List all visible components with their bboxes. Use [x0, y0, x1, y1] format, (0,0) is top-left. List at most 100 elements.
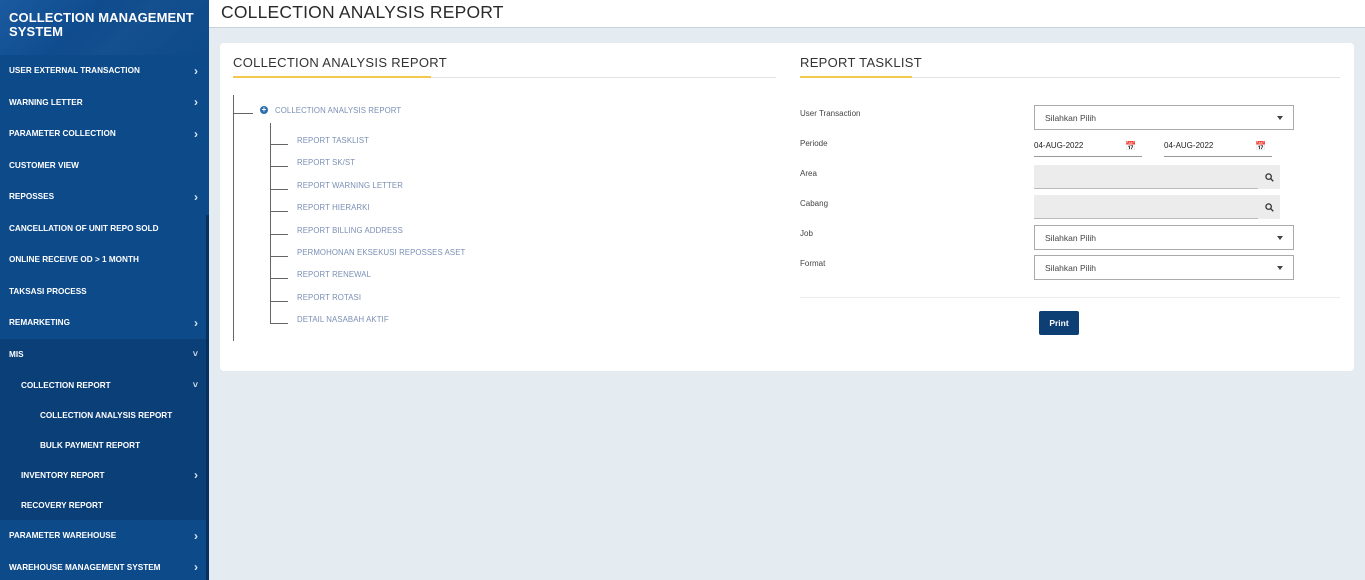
sidebar-item-online-receive-od[interactable]: ONLINE RECEIVE OD > 1 MONTH: [0, 244, 209, 276]
caret-down-icon: [1277, 236, 1283, 240]
chevron-right-icon: ›: [194, 95, 198, 110]
periode-label: Periode: [800, 139, 828, 148]
sidebar-item-mis[interactable]: MIS ˅: [0, 338, 209, 370]
sidebar-item-recovery-report[interactable]: RECOVERY REPORT: [0, 490, 209, 520]
user-transaction-value: Silahkan Pilih: [1045, 112, 1097, 123]
tree-branch-line: [270, 256, 288, 257]
sidebar-item-label: BULK PAYMENT REPORT: [40, 440, 141, 450]
tree-item[interactable]: REPORT RENEWAL: [297, 270, 371, 279]
tree-item[interactable]: REPORT ROTASI: [297, 293, 361, 302]
sidebar-item-collection-report[interactable]: COLLECTION REPORT ˅: [0, 370, 209, 400]
user-transaction-select[interactable]: Silahkan Pilih: [1034, 105, 1294, 130]
chevron-right-icon: ›: [194, 468, 198, 482]
chevron-down-icon: ˅: [192, 380, 198, 390]
sidebar-item-remarketing[interactable]: REMARKETING ›: [0, 307, 209, 339]
sidebar-item-label: COLLECTION ANALYSIS REPORT: [40, 410, 173, 420]
caret-down-icon: [1277, 116, 1283, 120]
sidebar-item-label: REMARKETING: [9, 318, 70, 328]
page-title: COLLECTION ANALYSIS REPORT: [221, 2, 504, 22]
sidebar-item-label: RECOVERY REPORT: [21, 500, 103, 510]
chevron-down-icon: ˅: [192, 349, 198, 360]
form-divider: [800, 297, 1340, 298]
expand-plus-icon[interactable]: +: [260, 106, 268, 114]
tree-item[interactable]: REPORT TASKLIST: [297, 136, 369, 145]
sidebar-item-label: COLLECTION REPORT: [21, 380, 111, 390]
format-select[interactable]: Silahkan Pilih: [1034, 255, 1294, 280]
page-header: COLLECTION ANALYSIS REPORT: [209, 0, 1365, 28]
chevron-right-icon: ›: [194, 560, 198, 575]
sidebar-item-label: CANCELLATION OF UNIT REPO SOLD: [9, 223, 159, 233]
cabang-input[interactable]: [1034, 195, 1258, 219]
tree-root-item[interactable]: COLLECTION ANALYSIS REPORT: [275, 106, 401, 115]
report-card: COLLECTION ANALYSIS REPORT + COLLECTION …: [220, 43, 1354, 371]
right-panel-title: REPORT TASKLIST: [800, 55, 923, 70]
left-panel-title-underline: [233, 76, 431, 78]
search-icon: [1264, 202, 1274, 212]
sidebar-item-cancellation-of-unit-repo-sold[interactable]: CANCELLATION OF UNIT REPO SOLD: [0, 213, 209, 245]
right-panel-title-underline: [800, 76, 912, 78]
tree-branch-line: [270, 278, 288, 280]
caret-down-icon: [1277, 266, 1283, 270]
chevron-right-icon: ›: [194, 126, 198, 141]
tree-branch-line: [270, 323, 288, 325]
sidebar-item-label: ONLINE RECEIVE OD > 1 MONTH: [9, 255, 139, 265]
sidebar-item-label: WAREHOUSE MANAGEMENT SYSTEM: [9, 562, 161, 572]
tree-root-branch: [233, 113, 253, 114]
chevron-right-icon: ›: [194, 63, 198, 78]
tree-branch-line: [270, 188, 288, 190]
search-icon: [1264, 172, 1274, 182]
tree-branch-line: [270, 300, 288, 302]
periode-to-value: 04-AUG-2022: [1164, 141, 1214, 150]
job-label: Job: [800, 229, 813, 238]
area-search-button[interactable]: [1258, 165, 1280, 189]
sidebar-item-parameter-warehouse[interactable]: PARAMETER WAREHOUSE ›: [0, 520, 209, 552]
sidebar-item-customer-view[interactable]: CUSTOMER VIEW: [0, 150, 209, 182]
tree-branch-line: [270, 144, 288, 145]
chevron-right-icon: ›: [194, 528, 198, 543]
area-label: Area: [800, 169, 817, 178]
job-value: Silahkan Pilih: [1045, 232, 1097, 243]
sidebar-item-warehouse-management-system[interactable]: WAREHOUSE MANAGEMENT SYSTEM ›: [0, 552, 209, 580]
tree-item[interactable]: REPORT WARNING LETTER: [297, 181, 403, 190]
sidebar-scrollbar[interactable]: [206, 215, 209, 580]
sidebar-item-user-external-transaction[interactable]: USER EXTERNAL TRANSACTION ›: [0, 55, 209, 87]
calendar-icon[interactable]: 📅: [1255, 141, 1266, 152]
sidebar-item-label: CUSTOMER VIEW: [9, 160, 79, 170]
sidebar-item-label: PARAMETER WAREHOUSE: [9, 531, 117, 541]
user-transaction-label: User Transaction: [800, 109, 861, 118]
app-brand: COLLECTION MANAGEMENT SYSTEM: [0, 0, 209, 55]
sidebar-item-label: PARAMETER COLLECTION: [9, 129, 116, 139]
tree-item[interactable]: REPORT SK/ST: [297, 158, 355, 167]
calendar-icon[interactable]: 📅: [1125, 141, 1136, 152]
format-label: Format: [800, 259, 826, 268]
tree-branch-line: [270, 166, 288, 168]
sidebar-item-label: REPOSSES: [9, 192, 55, 202]
sidebar-item-label: WARNING LETTER: [9, 97, 83, 107]
tree-root-line: [233, 95, 234, 341]
sidebar-item-warning-letter[interactable]: WARNING LETTER ›: [0, 87, 209, 119]
format-value: Silahkan Pilih: [1045, 262, 1097, 273]
sidebar-item-parameter-collection[interactable]: PARAMETER COLLECTION ›: [0, 118, 209, 150]
left-panel-title: COLLECTION ANALYSIS REPORT: [233, 55, 447, 70]
job-select[interactable]: Silahkan Pilih: [1034, 225, 1294, 250]
chevron-right-icon: ›: [194, 189, 198, 204]
sidebar: COLLECTION MANAGEMENT SYSTEM USER EXTERN…: [0, 0, 209, 580]
tree-branch-line: [270, 233, 288, 235]
print-button[interactable]: Print: [1039, 311, 1079, 335]
area-input[interactable]: [1034, 165, 1258, 189]
tree-branch-line: [270, 211, 288, 213]
sidebar-item-taksasi-process[interactable]: TAKSASI PROCESS: [0, 276, 209, 308]
sidebar-item-bulk-payment-report[interactable]: BULK PAYMENT REPORT: [0, 430, 209, 460]
cabang-label: Cabang: [800, 199, 829, 208]
sidebar-item-inventory-report[interactable]: INVENTORY REPORT ›: [0, 460, 209, 490]
tree-item[interactable]: DETAIL NASABAH AKTIF: [297, 315, 389, 324]
tree-item[interactable]: REPORT HIERARKI: [297, 203, 370, 212]
sidebar-item-reposses[interactable]: REPOSSES ›: [0, 181, 209, 213]
tree-child-line: [270, 123, 271, 323]
sidebar-item-collection-analysis-report[interactable]: COLLECTION ANALYSIS REPORT: [0, 400, 209, 430]
tree-item[interactable]: PERMOHONAN EKSEKUSI REPOSSES ASET: [297, 248, 465, 257]
cabang-search-button[interactable]: [1258, 195, 1280, 219]
periode-from-value: 04-AUG-2022: [1034, 141, 1084, 150]
sidebar-menu: USER EXTERNAL TRANSACTION › WARNING LETTER…: [0, 55, 209, 580]
tree-item[interactable]: REPORT BILLING ADDRESS: [297, 226, 403, 235]
